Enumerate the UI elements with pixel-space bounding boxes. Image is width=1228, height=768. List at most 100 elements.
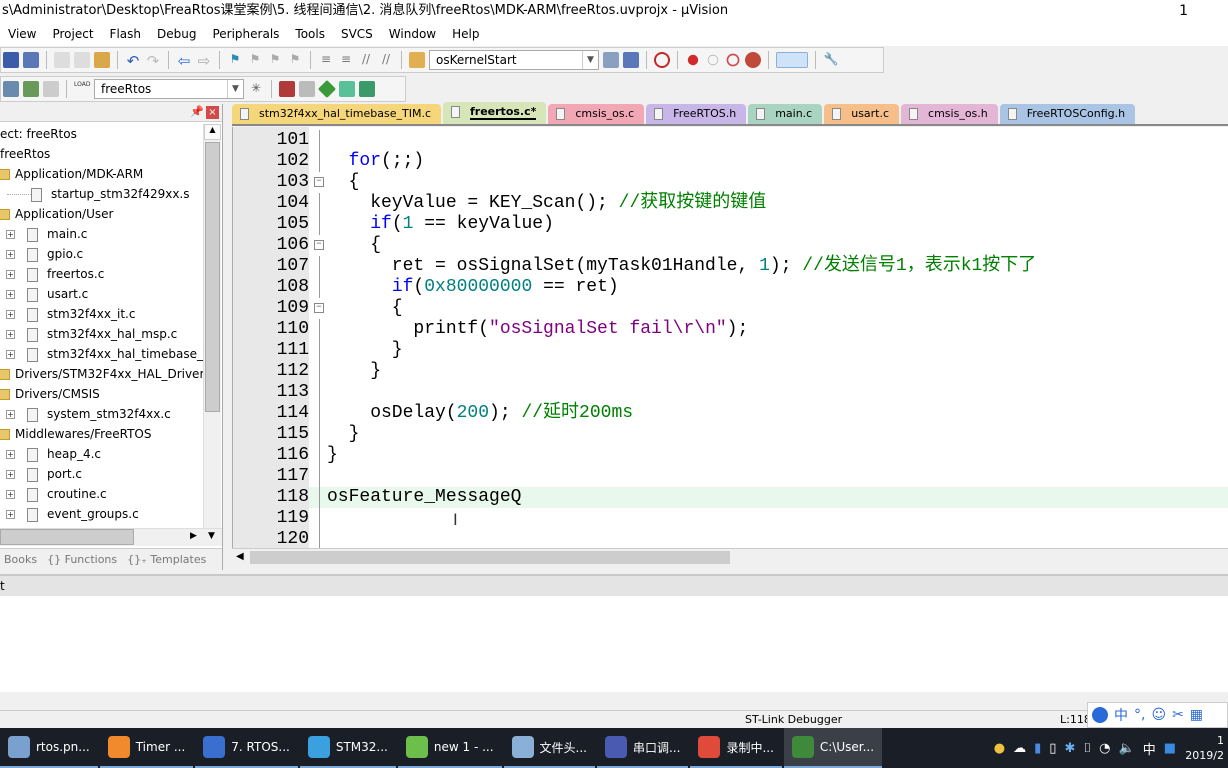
manage-project-icon[interactable] (279, 81, 295, 97)
scroll-thumb[interactable] (205, 142, 220, 412)
expand-icon[interactable]: + (6, 290, 15, 299)
undo-icon[interactable]: ↶ (125, 52, 141, 70)
editor-tab[interactable]: cmsis_os.h (901, 104, 998, 124)
taskbar-item[interactable]: rtos.pn... (0, 728, 98, 768)
ime-item[interactable]: 中 (1114, 705, 1128, 725)
expand-icon[interactable]: + (6, 470, 15, 479)
uncomment-icon[interactable]: // (378, 52, 394, 68)
clear-bookmarks-icon[interactable]: ⚑ (287, 52, 303, 68)
tree-file[interactable]: + croutine.c (0, 484, 203, 504)
editor-tab[interactable]: FreeRTOSConfig.h (999, 104, 1136, 124)
wrench-icon[interactable]: 🔧 (823, 52, 839, 68)
tree-group[interactable]: Application/User (0, 204, 203, 224)
tree-group[interactable]: Middlewares/FreeRTOS (0, 424, 203, 444)
tree-file[interactable]: + usart.c (0, 284, 203, 304)
wifi-icon[interactable]: ◔ (1099, 741, 1110, 756)
project-vscrollbar[interactable]: ▲ (203, 124, 221, 528)
editor-tab[interactable]: usart.c (824, 104, 900, 124)
ime-item[interactable]: ✂ (1172, 707, 1184, 723)
code-editor[interactable]: 101 102 for(;;) 103− {104 keyValue = KEY_S… (232, 127, 1228, 548)
redo-icon[interactable]: ↷ (145, 52, 161, 70)
menu-peripherals[interactable]: Peripherals (204, 27, 287, 41)
scroll-thumb[interactable] (0, 529, 134, 545)
editor-tab[interactable]: freertos.c* (443, 102, 547, 124)
cut-icon[interactable] (54, 52, 70, 68)
fold-collapse-icon[interactable]: − (314, 240, 324, 250)
build-output[interactable] (0, 596, 1228, 692)
taskbar-item[interactable]: 文件头... (503, 728, 595, 768)
expand-icon[interactable]: + (6, 230, 15, 239)
scroll-up-icon[interactable]: ▲ (204, 124, 221, 140)
project-hscrollbar[interactable]: ▶ ▼ (0, 528, 222, 546)
bluetooth-icon[interactable]: ✱ (1064, 741, 1075, 756)
pack-installer-icon[interactable] (339, 81, 355, 97)
app-tray-icon[interactable]: ▮ (1034, 741, 1041, 756)
tree-file[interactable]: + gpio.c (0, 244, 203, 264)
volume-icon[interactable]: 🔈 (1119, 741, 1135, 756)
network-icon[interactable]: ▯ (1049, 741, 1056, 756)
tree-file[interactable]: + freertos.c (0, 264, 203, 284)
expand-icon[interactable]: + (6, 450, 15, 459)
menu-debug[interactable]: Debug (149, 27, 204, 41)
tree-file[interactable]: + stm32f4xx_hal_timebase_TIM.c (0, 344, 203, 364)
incremental-find-icon[interactable] (623, 52, 639, 68)
ime-item[interactable]: ▦ (1190, 707, 1203, 723)
tree-file[interactable]: + stm32f4xx_hal_msp.c (0, 324, 203, 344)
menu-window[interactable]: Window (381, 27, 444, 41)
close-icon[interactable]: × (206, 106, 219, 119)
weather-icon[interactable]: ● (994, 741, 1005, 756)
editor-tab[interactable]: main.c (748, 104, 823, 124)
tree-file[interactable]: + main.c (0, 224, 203, 244)
menu-help[interactable]: Help (444, 27, 487, 41)
tree-file[interactable]: + heap_4.c (0, 444, 203, 464)
tree-file[interactable]: + stm32f4xx_it.c (0, 304, 203, 324)
window-layout-icon[interactable] (776, 52, 808, 68)
menu-tools[interactable]: Tools (287, 27, 333, 41)
comment-icon[interactable]: // (358, 52, 374, 68)
minimize-button[interactable]: 1 (1179, 0, 1188, 22)
taskbar-item[interactable]: Timer ... (99, 728, 194, 768)
load-icon[interactable]: LOAD (74, 81, 90, 97)
scroll-right-icon[interactable]: ▶ (190, 531, 197, 541)
panel-tab[interactable]: {} Functions (47, 553, 117, 566)
prev-bookmark-icon[interactable]: ⚑ (247, 52, 263, 68)
paste-icon[interactable] (94, 52, 110, 68)
device-icon[interactable] (359, 81, 375, 97)
indent-icon[interactable]: ≡ (318, 52, 334, 68)
taskbar-item[interactable]: C:\User... (783, 728, 883, 768)
menu-flash[interactable]: Flash (102, 27, 149, 41)
editor-tab[interactable]: stm32f4xx_hal_timebase_TIM.c (232, 104, 441, 124)
save-icon[interactable] (3, 52, 19, 68)
editor-tab[interactable]: cmsis_os.c (548, 104, 645, 124)
options-wand-icon[interactable]: ✳ (248, 81, 264, 97)
expand-icon[interactable]: + (6, 330, 15, 339)
breakpoint-icon[interactable] (687, 54, 699, 66)
scroll-thumb[interactable] (250, 551, 730, 564)
chevron-down-icon[interactable]: ▼ (227, 80, 243, 98)
input-language[interactable]: 中 (1143, 739, 1156, 758)
find-combo[interactable]: osKernelStart ▼ (429, 50, 599, 70)
find-in-files-icon[interactable] (409, 52, 425, 68)
usb-icon[interactable]: ⌷ (1083, 741, 1091, 756)
fold-collapse-icon[interactable]: − (314, 303, 324, 313)
tree-file[interactable]: + port.c (0, 464, 203, 484)
chevron-down-icon[interactable]: ▼ (582, 51, 598, 69)
translate-icon[interactable] (3, 81, 19, 97)
next-bookmark-icon[interactable]: ⚑ (267, 52, 283, 68)
ime-item[interactable]: °, (1134, 707, 1145, 723)
pin-icon[interactable]: 📌 (190, 105, 204, 118)
tree-root[interactable]: freeRtos (0, 144, 203, 164)
tree-group[interactable]: Drivers/STM32F4xx_HAL_Driver (0, 364, 203, 384)
taskbar-item[interactable]: new 1 - ... (397, 728, 502, 768)
expand-icon[interactable]: + (6, 350, 15, 359)
editor-tab[interactable]: FreeRTOS.h (646, 104, 747, 124)
taskbar-item[interactable]: 7. RTOS... (195, 728, 298, 768)
scroll-left-icon[interactable]: ◀ (236, 551, 244, 562)
scroll-down-icon[interactable]: ▼ (208, 531, 215, 541)
tree-group[interactable]: Drivers/CMSIS (0, 384, 203, 404)
expand-icon[interactable]: + (6, 270, 15, 279)
tree-file[interactable]: + system_stm32f4xx.c (0, 404, 203, 424)
rebuild-icon[interactable] (43, 81, 59, 97)
copy-icon[interactable] (74, 52, 90, 68)
build-icon[interactable] (23, 81, 39, 97)
